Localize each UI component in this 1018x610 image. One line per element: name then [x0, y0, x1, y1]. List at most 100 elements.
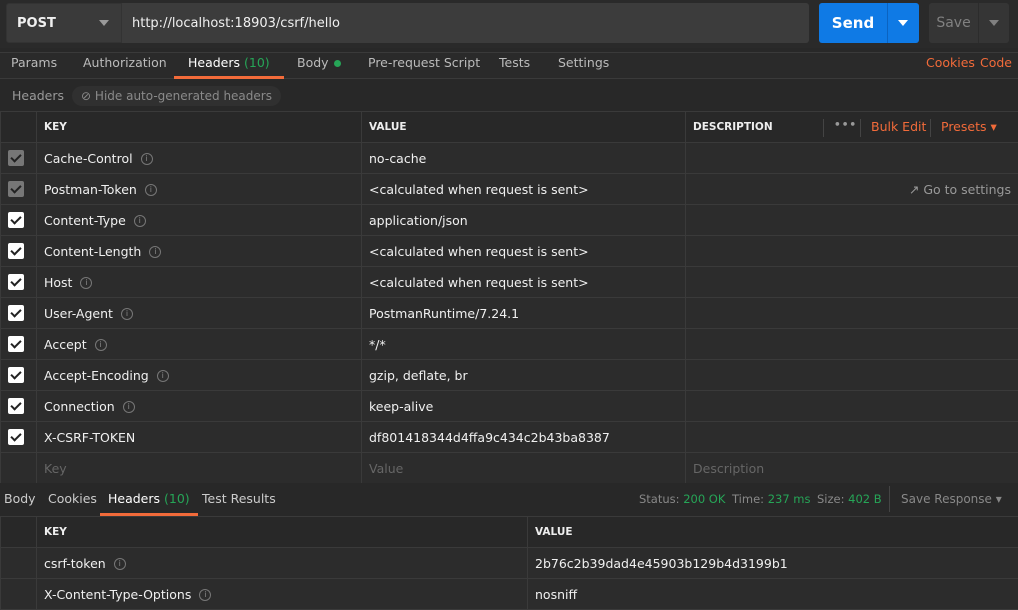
header-value[interactable]: keep-alive	[362, 391, 686, 422]
header-description[interactable]	[686, 422, 1018, 453]
tab-settings[interactable]: Settings	[558, 53, 609, 79]
response-tab-body[interactable]: Body	[4, 491, 36, 506]
send-dropdown[interactable]	[888, 3, 919, 43]
header-key[interactable]: Cache-Controli	[37, 143, 362, 174]
header-key[interactable]: Connectioni	[37, 391, 362, 422]
row-checkbox-cell[interactable]	[1, 298, 37, 329]
checkbox[interactable]	[8, 274, 24, 290]
checkbox[interactable]	[8, 212, 24, 228]
save-dropdown[interactable]	[979, 3, 1009, 43]
presets-dropdown[interactable]: Presets ▾	[930, 119, 997, 137]
save-label[interactable]: Save	[929, 3, 979, 43]
go-to-settings-link[interactable]: Go to settings	[923, 182, 1011, 197]
info-icon[interactable]: i	[95, 339, 107, 351]
info-icon[interactable]: i	[134, 215, 146, 227]
new-key-input[interactable]: Key	[37, 453, 362, 484]
header-description[interactable]	[686, 391, 1018, 422]
url-input[interactable]: http://localhost:18903/csrf/hello	[122, 3, 809, 43]
checkbox[interactable]	[8, 336, 24, 352]
tab-body[interactable]: Body	[297, 53, 341, 79]
tab-authorization[interactable]: Authorization	[83, 53, 167, 79]
send-button[interactable]: Send	[819, 3, 919, 43]
method-select[interactable]: POST	[6, 3, 122, 43]
checkbox[interactable]	[8, 398, 24, 414]
checkbox[interactable]	[8, 243, 24, 259]
checkbox[interactable]	[8, 367, 24, 383]
info-icon[interactable]: i	[145, 184, 157, 196]
new-value-input[interactable]: Value	[362, 453, 686, 484]
header-value[interactable]: PostmanRuntime/7.24.1	[362, 298, 686, 329]
method-label: POST	[17, 16, 56, 31]
response-tabs: Body Cookies Headers (10) Test Results S…	[0, 483, 1018, 516]
size-label: Size:	[817, 492, 844, 506]
header-key[interactable]: Postman-Tokeni	[37, 174, 362, 205]
info-icon[interactable]: i	[80, 277, 92, 289]
header-key[interactable]: User-Agenti	[37, 298, 362, 329]
header-value[interactable]: application/json	[362, 205, 686, 236]
code-link[interactable]: Code	[980, 53, 1012, 79]
header-description[interactable]: ↗ Go to settings	[686, 174, 1018, 205]
time-label: Time:	[732, 492, 764, 506]
info-icon[interactable]: i	[123, 401, 135, 413]
row-checkbox-cell[interactable]	[1, 267, 37, 298]
info-icon[interactable]: i	[121, 308, 133, 320]
bulk-edit-button[interactable]: Bulk Edit	[860, 119, 926, 137]
header-value[interactable]: gzip, deflate, br	[362, 360, 686, 391]
header-value[interactable]: <calculated when request is sent>	[362, 267, 686, 298]
more-options-button[interactable]: •••	[823, 119, 857, 137]
info-icon[interactable]: i	[149, 246, 161, 258]
info-icon[interactable]: i	[157, 370, 169, 382]
save-button[interactable]: Save	[929, 3, 1009, 43]
header-key[interactable]: Content-Lengthi	[37, 236, 362, 267]
header-key[interactable]: Accept-Encodingi	[37, 360, 362, 391]
info-icon[interactable]: i	[199, 589, 211, 601]
header-description[interactable]	[686, 360, 1018, 391]
header-description[interactable]	[686, 143, 1018, 174]
header-key[interactable]: Hosti	[37, 267, 362, 298]
cookies-link[interactable]: Cookies	[926, 53, 975, 79]
row-checkbox-cell[interactable]	[1, 236, 37, 267]
header-description[interactable]	[686, 267, 1018, 298]
info-icon[interactable]: i	[114, 558, 126, 570]
header-value[interactable]: <calculated when request is sent>	[362, 236, 686, 267]
response-header-value: 2b76c2b39dad4e45903b129b4d3199b1	[528, 548, 1018, 579]
checkbox[interactable]	[8, 305, 24, 321]
row-checkbox-cell[interactable]	[1, 360, 37, 391]
save-response-button[interactable]: Save Response ▾	[889, 486, 1002, 512]
header-value[interactable]: no-cache	[362, 143, 686, 174]
hide-auto-headers-toggle[interactable]: ⊘ Hide auto-generated headers	[72, 86, 281, 106]
row-checkbox-cell[interactable]	[1, 143, 37, 174]
new-description-input[interactable]: Description	[686, 453, 1018, 484]
header-description[interactable]	[686, 329, 1018, 360]
response-tab-test-results[interactable]: Test Results	[202, 491, 276, 506]
header-key[interactable]: X-CSRF-TOKEN	[37, 422, 362, 453]
info-icon[interactable]: i	[141, 153, 153, 165]
header-value[interactable]: df801418344d4ffa9c434c2b43ba8387	[362, 422, 686, 453]
toggle-label: Hide auto-generated headers	[95, 89, 272, 103]
header-description[interactable]	[686, 205, 1018, 236]
response-headers-count: (10)	[164, 491, 190, 506]
row-checkbox-cell[interactable]	[1, 174, 37, 205]
row-checkbox-cell[interactable]	[1, 329, 37, 360]
header-key[interactable]: Content-Typei	[37, 205, 362, 236]
checkbox[interactable]	[8, 181, 24, 197]
send-label[interactable]: Send	[819, 3, 888, 43]
checkbox[interactable]	[8, 150, 24, 166]
response-tab-headers[interactable]: Headers (10)	[100, 491, 198, 516]
response-tab-cookies[interactable]: Cookies	[48, 491, 97, 506]
row-checkbox-cell[interactable]	[1, 391, 37, 422]
tab-headers[interactable]: Headers (10)	[174, 53, 284, 79]
header-description[interactable]	[686, 298, 1018, 329]
tab-params[interactable]: Params	[11, 53, 57, 79]
header-value[interactable]: <calculated when request is sent>	[362, 174, 686, 205]
header-key[interactable]: Accepti	[37, 329, 362, 360]
tab-tests[interactable]: Tests	[499, 53, 530, 79]
tab-pre-request-script[interactable]: Pre-request Script	[368, 53, 480, 79]
response-size: Size: 402 B	[817, 492, 882, 506]
key-text: X-Content-Type-Options	[44, 587, 191, 602]
header-value[interactable]: */*	[362, 329, 686, 360]
header-description[interactable]	[686, 236, 1018, 267]
row-checkbox-cell[interactable]	[1, 205, 37, 236]
checkbox[interactable]	[8, 429, 24, 445]
row-checkbox-cell[interactable]	[1, 422, 37, 453]
